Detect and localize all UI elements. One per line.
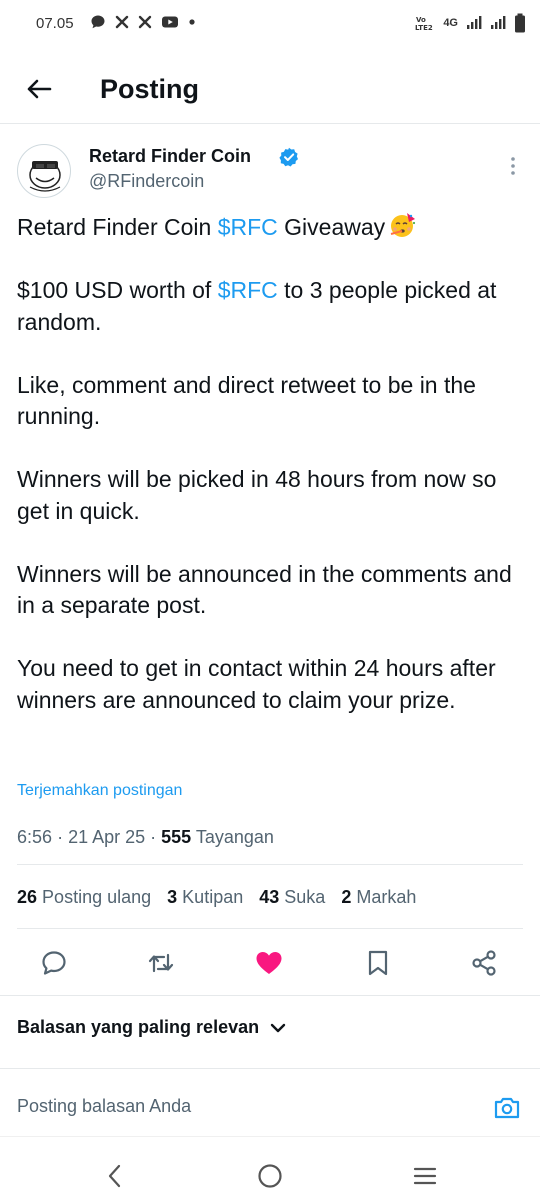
circle-home-icon bbox=[258, 1164, 282, 1188]
signal-icon bbox=[491, 16, 506, 29]
post-paragraph-6: You need to get in contact within 24 hou… bbox=[17, 655, 496, 713]
chevron-down-icon bbox=[270, 1023, 286, 1032]
system-nav-bar bbox=[0, 1148, 540, 1200]
post-stats: 26 Posting ulang 3 Kutipan 43 Suka 2 Mar… bbox=[17, 887, 432, 908]
bookmarks-stat[interactable]: 2 Markah bbox=[341, 887, 416, 908]
views-label: Tayangan bbox=[195, 827, 274, 847]
camera-icon bbox=[494, 1097, 520, 1119]
status-time: 07.05 bbox=[36, 15, 74, 32]
bookmark-icon bbox=[368, 950, 388, 976]
views-count: 555 bbox=[161, 827, 192, 847]
text-segment: Giveaway bbox=[277, 214, 386, 240]
dot-icon bbox=[189, 19, 195, 25]
likes-label: Suka bbox=[284, 887, 326, 907]
x-logo-icon bbox=[115, 15, 129, 29]
text-segment: $100 USD worth of bbox=[17, 277, 218, 303]
avatar[interactable] bbox=[17, 144, 71, 198]
meta-separator: · bbox=[150, 827, 162, 847]
nav-home-button[interactable] bbox=[250, 1156, 290, 1196]
sort-divider bbox=[0, 1068, 540, 1069]
quotes-count: 3 bbox=[167, 887, 178, 907]
bookmark-button[interactable] bbox=[360, 945, 396, 981]
reply-icon bbox=[42, 951, 66, 975]
youtube-icon bbox=[162, 16, 178, 28]
avatar-image bbox=[29, 161, 61, 192]
battery-icon bbox=[515, 13, 525, 33]
reposts-label: Posting ulang bbox=[42, 887, 152, 907]
author-name[interactable]: Retard Finder Coin bbox=[89, 146, 251, 167]
repost-icon bbox=[148, 953, 174, 973]
like-button[interactable] bbox=[251, 945, 287, 981]
arrow-left-icon bbox=[27, 79, 52, 99]
status-bar: 07.05 Vo LTE2 4G bbox=[0, 0, 540, 50]
post-paragraph-2: $100 USD worth of $RFC to 3 people picke… bbox=[17, 275, 527, 338]
reposts-stat[interactable]: 26 Posting ulang bbox=[17, 887, 151, 908]
likes-stat[interactable]: 43 Suka bbox=[259, 887, 325, 908]
header-divider bbox=[0, 123, 540, 124]
back-button[interactable] bbox=[22, 72, 56, 106]
likes-count: 43 bbox=[259, 887, 280, 907]
quotes-label: Kutipan bbox=[182, 887, 244, 907]
post-text: Retard Finder Coin $RFC Giveaway $100 US… bbox=[17, 211, 527, 748]
reposts-count: 26 bbox=[17, 887, 38, 907]
meta-divider bbox=[17, 864, 523, 865]
reply-input[interactable]: Posting balasan Anda bbox=[17, 1096, 457, 1117]
text-segment: Retard Finder Coin bbox=[17, 214, 218, 240]
verified-badge-icon bbox=[279, 147, 298, 167]
reply-button[interactable] bbox=[36, 945, 72, 981]
more-options-button[interactable] bbox=[505, 155, 521, 179]
cashtag-link[interactable]: $RFC bbox=[218, 214, 278, 240]
volte-icon: Vo LTE2 bbox=[415, 16, 433, 32]
party-face-icon bbox=[390, 213, 416, 237]
share-icon bbox=[472, 950, 496, 976]
menu-icon bbox=[413, 1167, 437, 1185]
page-title: Posting bbox=[100, 74, 199, 104]
nav-menu-button[interactable] bbox=[405, 1156, 445, 1196]
post-meta: 6:56 · 21 Apr 25 · 555 Tayangan bbox=[17, 827, 274, 848]
repost-button[interactable] bbox=[143, 945, 179, 981]
meta-separator: · bbox=[57, 827, 69, 847]
post-date[interactable]: 21 Apr 25 bbox=[68, 827, 145, 847]
signal-icon bbox=[467, 16, 482, 29]
bookmarks-label: Markah bbox=[356, 887, 417, 907]
bookmarks-count: 2 bbox=[341, 887, 352, 907]
notification-icons bbox=[90, 14, 196, 30]
post-paragraph-3: Like, comment and direct retweet to be i… bbox=[17, 371, 476, 430]
chevron-left-icon bbox=[108, 1164, 121, 1188]
x-logo-icon bbox=[138, 15, 152, 29]
input-divider bbox=[0, 1136, 540, 1137]
author-handle[interactable]: @RFindercoin bbox=[89, 171, 204, 192]
camera-button[interactable] bbox=[490, 1091, 524, 1125]
heart-filled-icon bbox=[256, 952, 282, 974]
network-type-label: 4G bbox=[443, 17, 458, 29]
app-header: Posting bbox=[0, 60, 540, 122]
svg-text:LTE2: LTE2 bbox=[415, 24, 433, 32]
post-paragraph-4: Winners will be picked in 48 hours from … bbox=[17, 466, 497, 524]
translate-post-link[interactable]: Terjemahkan postingan bbox=[17, 782, 182, 800]
replies-sort-dropdown[interactable]: Balasan yang paling relevan bbox=[17, 1017, 289, 1038]
post-paragraph-5: Winners will be announced in the comment… bbox=[17, 560, 512, 619]
more-vertical-icon bbox=[511, 157, 515, 175]
actions-divider bbox=[0, 995, 540, 996]
replies-sort-label: Balasan yang paling relevan bbox=[17, 1017, 260, 1037]
chat-bubble-icon bbox=[91, 15, 105, 29]
stats-divider bbox=[17, 928, 523, 929]
cashtag-link[interactable]: $RFC bbox=[218, 277, 278, 303]
svg-text:Vo: Vo bbox=[416, 16, 426, 24]
system-icons: Vo LTE2 4G bbox=[415, 13, 526, 33]
post-time[interactable]: 6:56 bbox=[17, 827, 52, 847]
share-button[interactable] bbox=[466, 945, 502, 981]
quotes-stat[interactable]: 3 Kutipan bbox=[167, 887, 243, 908]
post-paragraph-1: Retard Finder Coin $RFC Giveaway bbox=[17, 211, 527, 244]
post-actions bbox=[0, 945, 540, 981]
nav-back-button[interactable] bbox=[95, 1156, 135, 1196]
